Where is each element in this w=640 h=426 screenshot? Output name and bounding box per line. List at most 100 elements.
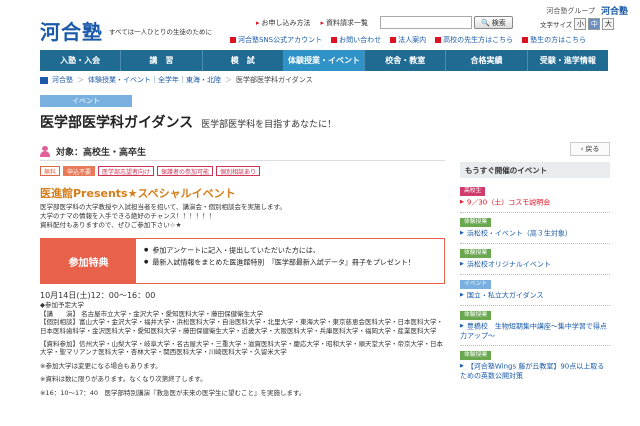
upcoming-event-link[interactable]: 浜松校オリジナルイベント [460, 260, 610, 270]
details-line: 【講 演】 名古屋市立大学・金沢大学・愛知医科大学・藤田保健衛生大学 [40, 309, 264, 318]
benefit-heading: 参加特典 [41, 239, 136, 283]
benefit-list: 参加アンケートに記入・提出していただいた方には、 最新入試情報をまとめた医進館特… [136, 239, 423, 283]
upcoming-event-link[interactable]: 国立・私立大ガイダンス [460, 291, 610, 301]
link-corporate-label[interactable]: 法人案内 [398, 35, 426, 45]
nav-results[interactable]: 合格実績 [446, 50, 528, 71]
search-button[interactable]: 🔍 検索 [474, 16, 513, 29]
page-subtitle: 医学部医学科を目指すあなたに！ [201, 120, 337, 130]
search-button-label: 検索 [491, 18, 506, 27]
group-label[interactable]: 河合塾グループ [546, 6, 595, 16]
link-corporate[interactable]: 法人案内 [390, 35, 426, 45]
event-category-label: 体験授業 [460, 218, 492, 227]
nav-exam-info[interactable]: 受験・進学情報 [528, 50, 608, 71]
event-badges: 無料 申込不要 医学部志望者向け 保護者の参加可能 個別相談あり [40, 166, 261, 176]
breadcrumb-events[interactable]: 体験授業・イベント｜全学年｜東海・北陸 [88, 75, 221, 85]
details-line: 【資料参加】信州大学・山梨大学・岐阜大学・名古屋大学・三重大学・滋賀医科大学・慶… [40, 340, 443, 357]
link-brochure-list[interactable]: 資料請求一覧 [321, 18, 368, 28]
chevron-left-icon: ‹ [580, 145, 584, 153]
tagline: すべては一人ひとりの生徒のために [109, 27, 212, 36]
benefit-item: 参加アンケートに記入・提出していただいた方には、 [144, 245, 415, 257]
event-category-label: 体験授業 [460, 351, 492, 360]
upcoming-event-item: 体験授業 浜松校オリジナルイベント [460, 248, 610, 275]
upcoming-event-item: 体験授業 【河合塾Wings 藤が丘教室】90点以上取るための英数公開対策 [460, 350, 610, 381]
badge-consultation: 個別相談あり [216, 166, 261, 176]
participation-benefit-box: 参加特典 参加アンケートに記入・提出していただいた方には、 最新入試情報をまとめ… [40, 238, 445, 284]
upcoming-events-heading: もうすぐ開催のイベント [460, 162, 610, 178]
details-line: ※16：10～17：40 医学部特別講演『救急医が未来の医学生に望むこと』を実施… [40, 388, 306, 397]
event-category-label: イベント [460, 280, 492, 289]
divider [460, 344, 610, 346]
global-nav: 入塾・入会 講 習 模 試 体験授業・イベント 校舎・教室 合格実績 受験・進学… [40, 50, 608, 71]
link-sns-label[interactable]: 河合塾SNS公式アカウント [238, 35, 322, 45]
search-input[interactable] [380, 16, 472, 29]
link-apply-method[interactable]: お申し込み方法 [256, 18, 311, 28]
event-datetime: 10月14日(土)12：00～16：00 [40, 291, 156, 300]
badge-medical-aspirants: 医学部志望者向け [98, 166, 155, 176]
event-details: 10月14日(土)12：00～16：00 ◆参加予定大学 【講 演】 名古屋市立… [40, 291, 445, 397]
teacher-icon [435, 37, 442, 43]
page-title-block: 医学部医学科ガイダンス 医学部医学科を目指すあなたに！ [40, 112, 336, 132]
breadcrumb-home[interactable]: 河合塾 [52, 75, 73, 85]
description-line: 資料配付もありますので、ぜひご参加下さい☆★ [40, 221, 182, 229]
back-button-label: 戻る [585, 145, 600, 153]
link-sns[interactable]: 河合塾SNS公式アカウント [230, 35, 322, 45]
font-size-switcher: 文字サイズ 小 中 大 [540, 18, 615, 30]
upcoming-event-link[interactable]: 豊橋校 生物短期集中講座～集中学習で得点力アップ～ [460, 322, 610, 341]
divider [460, 273, 610, 275]
breadcrumb-current: 医学部医学科ガイダンス [236, 76, 313, 84]
details-line: ※参加大学は変更になる場合もあります。 [40, 361, 162, 370]
upcoming-event-item: イベント 国立・私立大ガイダンス [460, 279, 610, 306]
upcoming-event-link[interactable]: 【河合塾Wings 藤が丘教室】90点以上取るための英数公開対策 [460, 362, 610, 381]
mail-icon [331, 37, 338, 43]
nav-events[interactable]: 体験授業・イベント [283, 50, 366, 71]
site-search: 🔍 検索 [380, 16, 513, 29]
search-icon: 🔍 [481, 18, 490, 27]
nav-mock-exams[interactable]: 模 試 [203, 50, 284, 71]
event-description: 医学部医学科の大学教授や入試担当者を招いて、講演会・個別相談会を実施します。 大… [40, 203, 440, 230]
target-label: 対象：高校生・高卒生 [56, 148, 147, 158]
font-size-large[interactable]: 大 [602, 18, 615, 30]
details-line: ◆参加予定大学 [40, 301, 84, 310]
link-contact-label[interactable]: お問い合わせ [339, 35, 381, 45]
site-logo[interactable]: 河合塾 すべては一人ひとりの生徒のために [40, 16, 212, 45]
divider [460, 242, 610, 244]
upcoming-event-link[interactable]: 浜松校・イベント（高３生対象） [460, 229, 610, 239]
breadcrumb-separator: ＞ [77, 76, 84, 84]
font-size-small[interactable]: 小 [574, 18, 587, 30]
benefit-item: 最新入試情報をまとめた医進館特別 『医学部最新入試データ』冊子をプレゼント！ [144, 257, 415, 269]
details-line: ※資料は数に限りがあります。なくなり次第終了します。 [40, 375, 207, 384]
divider [460, 211, 610, 213]
link-teachers[interactable]: 高校の先生方はこちら [435, 35, 513, 45]
student-icon [522, 37, 529, 43]
link-teachers-label[interactable]: 高校の先生方はこちら [443, 35, 513, 45]
badge-parents-welcome: 保護者の参加可能 [157, 166, 214, 176]
upcoming-event-link[interactable]: 9／30（土）コスモ説明会 [460, 198, 610, 208]
description-line: 大学のナマの情報を入手できる絶好のチャンス！！！！！！ [40, 212, 216, 220]
logo-text: 河合塾 [40, 20, 103, 44]
details-line: 【個別相談】富山大学・金沢大学・福井大学・浜松医科大学・自治医科大学・北里大学・… [40, 318, 443, 335]
back-button[interactable]: ‹ 戻る [570, 142, 610, 156]
site-header: 河合塾グループ 河合塾 河合塾 すべては一人ひとりの生徒のために お申し込み方法… [0, 0, 640, 48]
group-brand-logo[interactable]: 河合塾 [601, 4, 628, 17]
target-audience: 対象：高校生・高卒生 [40, 143, 445, 161]
link-contact[interactable]: お問い合わせ [331, 35, 381, 45]
badge-no-application: 申込不要 [63, 166, 96, 176]
group-bar: 河合塾グループ 河合塾 [546, 4, 628, 18]
font-size-medium[interactable]: 中 [588, 18, 601, 30]
event-headline: 医進館Presents★スペシャルイベント [40, 187, 236, 200]
nav-schools[interactable]: 校舎・教室 [365, 50, 447, 71]
person-icon [40, 146, 50, 157]
nav-courses[interactable]: 講 習 [121, 50, 203, 71]
description-line: 医学部医学科の大学教授や入試担当者を招いて、講演会・個別相談会を実施します。 [40, 203, 286, 211]
sns-icon [230, 37, 236, 43]
link-students-label[interactable]: 塾生の方はこちら [530, 35, 586, 45]
nav-admission[interactable]: 入塾・入会 [40, 50, 122, 71]
event-category-label: 高校生 [460, 187, 486, 196]
link-students[interactable]: 塾生の方はこちら [522, 35, 586, 45]
breadcrumb: 河合塾 ＞ 体験授業・イベント｜全学年｜東海・北陸 ＞ 医学部医学科ガイダンス [40, 75, 313, 85]
building-icon [390, 37, 397, 43]
top-links: お申し込み方法 資料請求一覧 [256, 18, 369, 28]
badge-free: 無料 [40, 166, 61, 176]
event-category-label: 体験授業 [460, 249, 492, 258]
font-size-label: 文字サイズ [540, 21, 573, 29]
